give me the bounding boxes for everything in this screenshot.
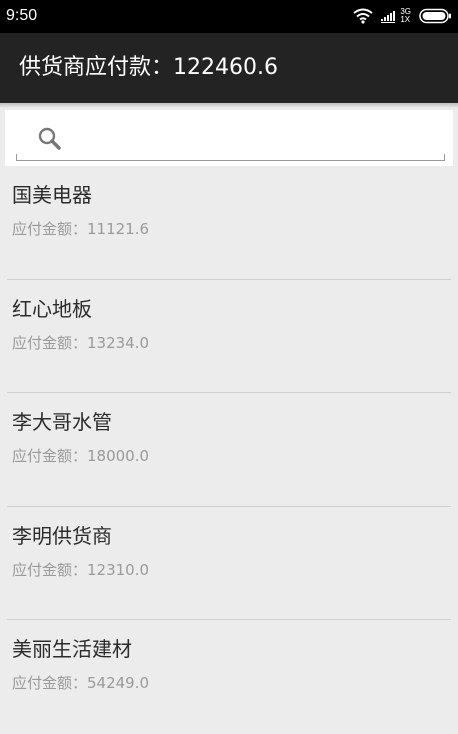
search-icon[interactable] xyxy=(35,125,65,155)
list-item[interactable]: 美丽生活建材 应付金额：54249.0 xyxy=(0,620,458,734)
search-underline-right-tick xyxy=(444,154,445,161)
search-box[interactable] xyxy=(5,110,453,166)
supplier-name: 李大哥水管 xyxy=(12,410,112,434)
network-type-bottom: 1X xyxy=(400,15,411,24)
payable-amount: 应付金额：13234.0 xyxy=(12,333,150,352)
payable-amount: 应付金额：11121.6 xyxy=(12,220,150,238)
supplier-name: 国美电器 xyxy=(12,183,92,207)
status-time: 9:50 xyxy=(6,7,38,24)
payable-amount: 应付金额：54249.0 xyxy=(12,674,150,692)
battery-icon xyxy=(419,8,451,24)
action-bar: 供货商应付款：122460.6 xyxy=(0,33,458,103)
action-bar-shadow xyxy=(0,103,458,108)
status-icons: 3G 1X xyxy=(353,6,452,26)
signal-indicator: 3G 1X xyxy=(381,8,411,24)
search-input[interactable] xyxy=(75,126,439,156)
signal-icon xyxy=(381,11,396,23)
search-underline xyxy=(16,160,444,161)
payable-amount: 应付金额：18000.0 xyxy=(12,447,150,465)
list-item[interactable]: 红心地板 应付金额：13234.0 xyxy=(0,280,458,393)
supplier-name: 红心地板 xyxy=(12,296,92,321)
supplier-list: 国美电器 应付金额：11121.6 红心地板 应付金额：13234.0 李大哥水… xyxy=(0,166,458,734)
wifi-icon xyxy=(353,8,373,24)
supplier-name: 李明供货商 xyxy=(12,523,112,548)
status-bar: 9:50 3G 1X xyxy=(0,0,458,33)
list-item[interactable]: 李明供货商 应付金额：12310.0 xyxy=(0,507,458,620)
page-title: 供货商应付款：122460.6 xyxy=(19,55,278,80)
list-item[interactable]: 国美电器 应付金额：11121.6 xyxy=(0,166,458,280)
list-item[interactable]: 李大哥水管 应付金额：18000.0 xyxy=(0,393,458,507)
network-type-label: 3G 1X xyxy=(400,8,411,24)
supplier-name: 美丽生活建材 xyxy=(12,637,132,661)
payable-amount: 应付金额：12310.0 xyxy=(12,560,150,579)
